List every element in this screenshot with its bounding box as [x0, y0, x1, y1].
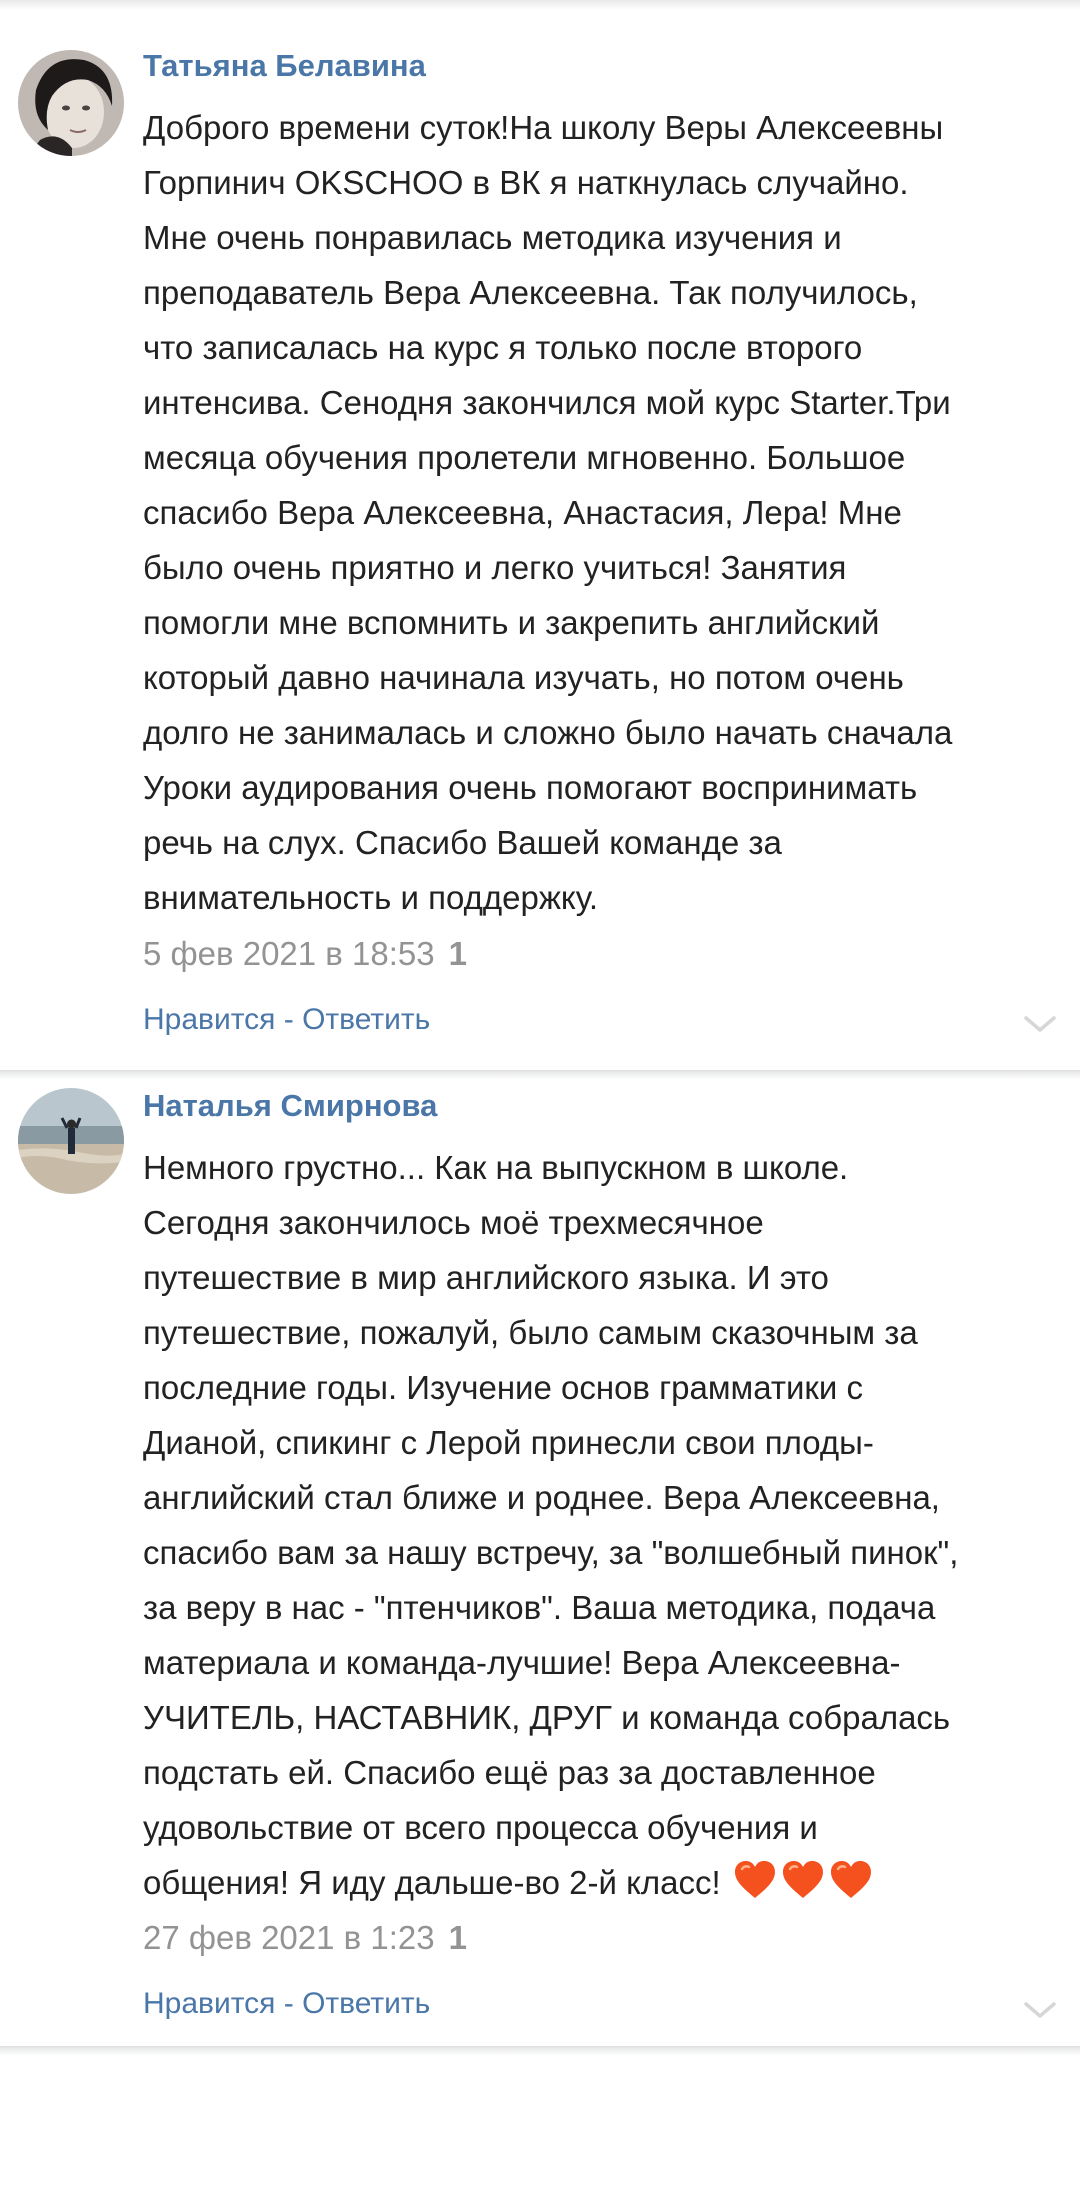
comment-text-line: УЧИТЕЛЬ, НАСТАВНИК, ДРУГ и команда собра…: [143, 1699, 951, 1736]
comment-date[interactable]: 5 фев 2021 в 18:53: [143, 935, 435, 972]
comment-text-line: Уроки аудирования очень помогают восприн…: [143, 769, 918, 806]
like-count: 1: [448, 935, 467, 972]
comment-text-line: удовольствие от всего процесса обучения …: [143, 1809, 818, 1846]
comment-author[interactable]: Наталья Смирнова: [143, 1086, 437, 1126]
comment-text-line: что записалась на курс я только после вт…: [143, 329, 863, 366]
comment-meta: 5 фев 2021 в 18:53 1: [143, 932, 467, 976]
comment-text-line: Доброго времени суток!На школу Веры Алек…: [143, 109, 944, 146]
comment-text: Немного грустно... Как на выпускном в шк…: [143, 1140, 1073, 1916]
action-separator: -: [275, 1987, 303, 2020]
comment-text-line: спасибо вам за нашу встречу, за "волшебн…: [143, 1534, 959, 1571]
orange-heart-icon: [782, 1861, 823, 1898]
comment-actions: Нравится - Ответить: [143, 1000, 430, 1040]
comments-page: Татьяна Белавина Доброго времени суток!Н…: [0, 0, 1080, 2200]
comment-text-line-content: общения! Я иду дальше-во 2-й класс!: [143, 1864, 721, 1901]
chevron-down-icon[interactable]: [1022, 1998, 1058, 2022]
orange-heart-icon: [734, 1861, 775, 1898]
like-link[interactable]: Нравится: [143, 1987, 275, 2020]
comment-actions: Нравится - Ответить: [143, 1984, 430, 2024]
comment-text-line: материала и команда-лучшие! Вера Алексее…: [143, 1644, 901, 1681]
comment: Татьяна Белавина Доброго времени суток!Н…: [0, 0, 1080, 1070]
comment-text-line: месяца обучения пролетели мгновенно. Бол…: [143, 439, 906, 476]
emoji-group: [733, 1860, 877, 1916]
comment-text-line: Мне очень понравилась методика изучения …: [143, 219, 842, 256]
comment-text-line: речь на слух. Спасибо Вашей команде за: [143, 824, 782, 861]
comment-text-line: путешествие в мир английского языка. И э…: [143, 1259, 829, 1296]
comment: Наталья Смирнова Немного грустно... Как …: [0, 1070, 1080, 2060]
like-count: 1: [448, 1919, 467, 1956]
comment-text-line: последние годы. Изучение основ грамматик…: [143, 1369, 863, 1406]
chevron-down-icon[interactable]: [1022, 1012, 1058, 1036]
comment-text-line: преподаватель Вера Алексеевна. Так получ…: [143, 274, 918, 311]
avatar-photo-icon: [18, 1088, 124, 1194]
comment-text-line: общения! Я иду дальше-во 2-й класс!: [143, 1855, 1073, 1916]
action-separator: -: [275, 1003, 303, 1036]
comment-text-line: который давно начинала изучать, но потом…: [143, 659, 904, 696]
comment-text-line: Сегодня закончилось моё трехмесячное: [143, 1204, 764, 1241]
comment-text-line: интенсива. Сенодня закончился мой курс S…: [143, 384, 951, 421]
comment-date[interactable]: 27 фев 2021 в 1:23: [143, 1919, 435, 1956]
comment-meta: 27 фев 2021 в 1:23 1: [143, 1916, 467, 1960]
comment-text-line: Немного грустно... Как на выпускном в шк…: [143, 1149, 849, 1186]
comment-author[interactable]: Татьяна Белавина: [143, 46, 426, 86]
like-link[interactable]: Нравится: [143, 1003, 275, 1036]
comment-divider: [0, 2046, 1080, 2056]
comment-text-line: за веру в нас - "птенчиков". Ваша методи…: [143, 1589, 936, 1626]
comment-text-line: подстать ей. Спасибо ещё раз за доставле…: [143, 1754, 876, 1791]
comment-text-line: Горпинич OKSCHOO в ВК я наткнулась случа…: [143, 164, 909, 201]
avatar-photo-icon: [18, 50, 124, 156]
comment-text-line: английский стал ближе и роднее. Вера Але…: [143, 1479, 940, 1516]
comment-text: Доброго времени суток!На школу Веры Алек…: [143, 100, 1073, 925]
orange-heart-icon: [830, 1861, 871, 1898]
comment-text-line: Дианой, спикинг с Лерой принесли свои пл…: [143, 1424, 874, 1461]
comment-text-line: долго не занималась и сложно было начать…: [143, 714, 953, 751]
avatar[interactable]: [18, 50, 124, 156]
comment-text-line: было очень приятно и легко учиться! Заня…: [143, 549, 847, 586]
reply-link[interactable]: Ответить: [302, 1003, 430, 1036]
comment-text-line: спасибо Вера Алексеевна, Анастасия, Лера…: [143, 494, 902, 531]
reply-link[interactable]: Ответить: [302, 1987, 430, 2020]
avatar[interactable]: [18, 1088, 124, 1194]
comment-text-line: помогли мне вспомнить и закрепить англий…: [143, 604, 880, 641]
comment-text-line: путешествие, пожалуй, было самым сказочн…: [143, 1314, 918, 1351]
comment-text-line: внимательность и поддержку.: [143, 879, 599, 916]
